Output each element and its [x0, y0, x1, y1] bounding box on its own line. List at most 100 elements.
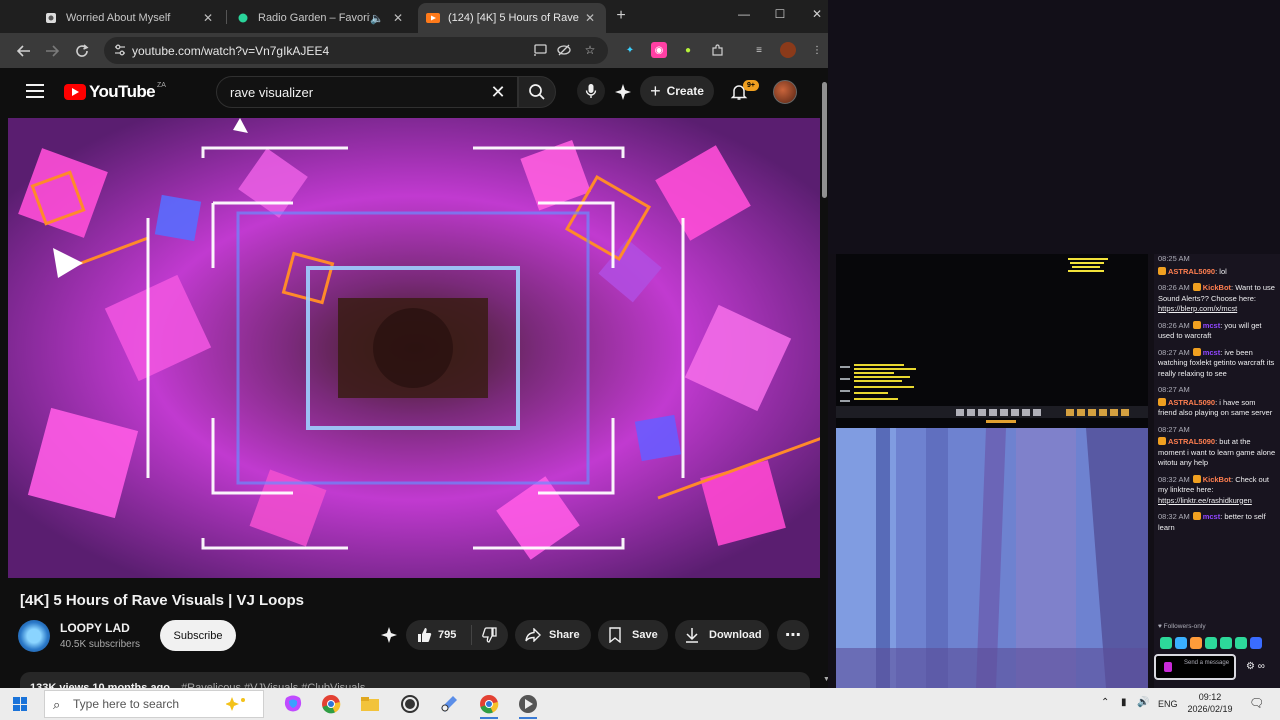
tray-volume-icon[interactable]: 🔊: [1137, 697, 1149, 708]
tab-close-icon[interactable]: ✕: [200, 10, 216, 26]
media-app-icon[interactable]: [517, 693, 539, 719]
tab-audio-speaker-icon[interactable]: 🔈: [370, 12, 384, 25]
voice-search-button[interactable]: [577, 77, 605, 105]
chat-link[interactable]: https://blerp.com/x/mcst: [1158, 304, 1237, 313]
chat-text: lol: [1219, 266, 1227, 276]
search-button[interactable]: [518, 76, 556, 108]
webcam-scene: [836, 428, 1148, 688]
video-player[interactable]: [8, 118, 822, 578]
back-arrow-icon[interactable]: [14, 41, 34, 61]
tab-favicon-icon: [44, 11, 58, 25]
download-button[interactable]: Download: [675, 620, 769, 650]
minimize-icon[interactable]: —: [735, 7, 753, 21]
chat-message: ASTRAL5090: i have som friend also playi…: [1158, 397, 1276, 419]
chat-message-input[interactable]: Send a message: [1154, 654, 1236, 680]
more-actions-icon[interactable]: ⋯: [777, 620, 809, 650]
extension-icon[interactable]: ◉: [651, 42, 667, 58]
emote-icon[interactable]: [1160, 637, 1172, 649]
media-controls-icon[interactable]: ≡: [751, 42, 767, 58]
chat-timestamp: 08:27 AM: [1158, 385, 1190, 394]
like-button[interactable]: 795: [406, 625, 472, 645]
chat-username[interactable]: ASTRAL5090: [1168, 398, 1215, 407]
address-bar[interactable]: youtube.com/watch?v=Vn7gIkAJEE4 ☆: [104, 37, 608, 64]
tray-chevron-up-icon[interactable]: ⌃: [1101, 697, 1109, 708]
account-avatar[interactable]: [773, 80, 797, 104]
window-close-icon[interactable]: ✕: [808, 7, 826, 21]
keyboard-language[interactable]: ENG: [1158, 699, 1178, 709]
channel-avatar[interactable]: [18, 620, 50, 652]
chat-username[interactable]: ASTRAL5090: [1168, 437, 1215, 446]
chrome-app-icon-active[interactable]: [478, 693, 500, 719]
chat-settings-icons[interactable]: ⚙ ∞: [1246, 661, 1265, 672]
emote-icon[interactable]: [1250, 637, 1262, 649]
emote-icon[interactable]: [1220, 637, 1232, 649]
chat-link[interactable]: https://linktr.ee/rashidkurgen: [1158, 496, 1252, 505]
obs-app-icon[interactable]: [399, 693, 421, 715]
tab-radio-garden[interactable]: Radio Garden – Favorites 🔈 ✕: [228, 3, 414, 33]
eye-off-icon[interactable]: [556, 42, 572, 58]
snipping-tool-icon[interactable]: [438, 693, 460, 715]
extension-icon[interactable]: ●: [680, 42, 696, 58]
search-input[interactable]: rave visualizer: [216, 76, 518, 108]
ai-ask-sparkle-icon[interactable]: [380, 626, 400, 646]
channel-name[interactable]: LOOPY LAD: [60, 621, 130, 635]
extension-icon[interactable]: ✦: [622, 42, 638, 58]
youtube-header: YouTube ZA rave visualizer ✕ + Create 9+: [0, 68, 828, 116]
emote-icon[interactable]: [1190, 637, 1202, 649]
tab-close-icon[interactable]: ✕: [582, 10, 598, 26]
radio-garden-favicon-icon: [236, 11, 250, 25]
emote-icon[interactable]: [1205, 637, 1217, 649]
browser-menu-kebab-icon[interactable]: ⋮: [809, 42, 825, 58]
scrollbar-thumb[interactable]: [822, 82, 827, 198]
youtube-logo[interactable]: YouTube ZA: [64, 82, 166, 102]
save-button[interactable]: Save: [598, 620, 668, 650]
maximize-icon[interactable]: ☐: [771, 7, 789, 21]
share-button[interactable]: Share: [515, 620, 591, 650]
chat-username[interactable]: ASTRAL5090: [1168, 267, 1215, 276]
windows-taskbar: ⌕ Type here to search ⌃ ▮ 🔊 ENG 09:12 20…: [0, 688, 1280, 720]
empty-stream-area: [828, 0, 1280, 254]
tab-title: Radio Garden – Favorites: [258, 12, 370, 24]
chrome-app-icon[interactable]: [320, 693, 342, 715]
emote-icon[interactable]: [1175, 637, 1187, 649]
chat-user-badge-icon: [1192, 347, 1201, 356]
emote-bar[interactable]: [1160, 637, 1262, 649]
game-stream-view[interactable]: [836, 254, 1148, 428]
chat-username[interactable]: mcst: [1203, 348, 1221, 357]
clock[interactable]: 09:12 2026/02/19: [1186, 691, 1234, 715]
emote-icon[interactable]: [1235, 637, 1247, 649]
notification-center-icon[interactable]: 🗨: [1249, 696, 1264, 710]
tab-worried-about-myself[interactable]: Worried About Myself ✕: [36, 3, 224, 33]
search-clear-icon[interactable]: ✕: [488, 82, 508, 102]
create-label: Create: [666, 84, 704, 98]
bookmark-star-icon[interactable]: ☆: [582, 42, 598, 58]
chat-username[interactable]: KickBot: [1203, 475, 1231, 484]
windows-start-icon[interactable]: [13, 697, 27, 711]
chat-username[interactable]: mcst: [1203, 512, 1221, 521]
tab-youtube-rave-visuals[interactable]: (124) [4K] 5 Hours of Rave Visua ✕: [418, 3, 606, 33]
forward-arrow-icon[interactable]: [42, 41, 62, 61]
webcam-view[interactable]: [836, 428, 1148, 688]
subscribe-button[interactable]: Subscribe: [160, 620, 236, 651]
cast-icon[interactable]: [532, 42, 548, 58]
file-explorer-icon[interactable]: [359, 693, 381, 715]
chat-message: 08:32 AM mcst: better to self learn: [1158, 512, 1276, 533]
new-tab-button[interactable]: +: [612, 7, 630, 25]
chat-username[interactable]: KickBot: [1203, 283, 1231, 292]
ai-sparkle-icon[interactable]: [612, 81, 634, 103]
search-query-text: rave visualizer: [230, 84, 314, 100]
menu-hamburger-icon[interactable]: [26, 84, 44, 98]
tab-close-icon[interactable]: ✕: [390, 10, 406, 26]
profile-avatar-icon[interactable]: [780, 42, 796, 58]
download-icon: [686, 628, 698, 643]
reload-icon[interactable]: [72, 41, 92, 61]
site-info-icon[interactable]: [113, 43, 127, 57]
subscriber-count: 40.5K subscribers: [60, 639, 141, 650]
create-button[interactable]: + Create: [640, 76, 714, 106]
tray-network-icon[interactable]: ▮: [1121, 697, 1127, 708]
extensions-puzzle-icon[interactable]: [709, 42, 725, 58]
chat-username[interactable]: mcst: [1203, 321, 1221, 330]
dislike-button[interactable]: [472, 627, 508, 643]
page-scrollbar[interactable]: [820, 68, 828, 688]
copilot-app-icon[interactable]: [282, 693, 304, 715]
